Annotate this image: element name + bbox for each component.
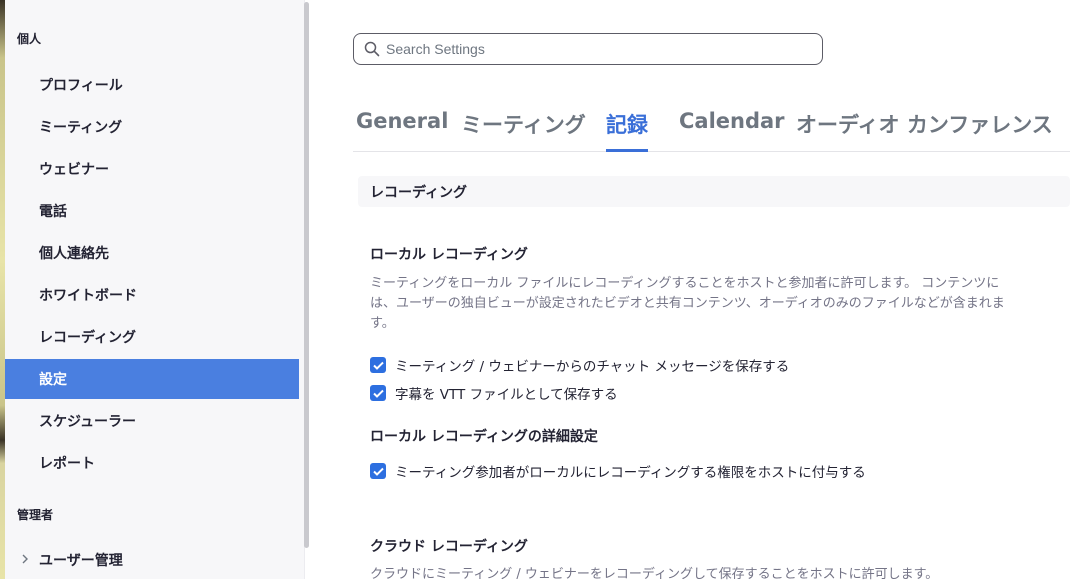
checkmark-icon [372,361,384,370]
tab-recording[interactable]: 記録 [606,105,648,152]
checkmark-icon [372,389,384,398]
save-captions-vtt-option[interactable]: 字幕を VTT ファイルとして保存する [370,383,618,403]
sidebar-item-meetings[interactable]: ミーティング [5,107,299,147]
settings-tabs: General ミーティング 記録 Calendar オーディオ カンファレンス [353,105,1070,152]
tab-calendar[interactable]: Calendar [679,105,785,152]
search-input[interactable] [386,41,806,57]
sidebar-item-label: レコーディング [39,330,137,346]
sidebar-item-user-management[interactable]: ユーザー管理 [5,540,299,580]
section-header-recording: レコーディング [358,176,1070,207]
sidebar-item-label: プロフィール [39,78,123,94]
settings-main: General ミーティング 記録 Calendar オーディオ カンファレンス… [305,0,1070,582]
chevron-right-icon [21,553,29,567]
sidebar: 個人 プロフィール ミーティング ウェビナー 電話 個人連絡先 ホワイトボード … [5,0,309,580]
grant-local-recording-permission-label: ミーティング参加者がローカルにレコーディングする権限をホストに付与する [395,465,866,481]
grant-local-recording-permission-checkbox[interactable] [370,463,386,479]
local-recording-advanced-title: ローカル レコーディングの詳細設定 [370,429,598,445]
sidebar-item-label: ホワイトボード [39,288,137,304]
sidebar-item-label: 設定 [39,372,67,388]
local-recording-description-line: す。 [370,316,395,331]
grant-local-recording-permission-option[interactable]: ミーティング参加者がローカルにレコーディングする権限をホストに付与する [370,461,866,481]
tab-general[interactable]: General [356,105,448,152]
save-chat-messages-option[interactable]: ミーティング / ウェビナーからのチャット メッセージを保存する [370,355,789,375]
tab-audio-conferencing[interactable]: オーディオ カンファレンス [796,105,1053,152]
sidebar-item-scheduler[interactable]: スケジューラー [5,401,299,441]
save-captions-vtt-label: 字幕を VTT ファイルとして保存する [395,387,618,403]
checkmark-icon [372,467,384,476]
save-captions-vtt-checkbox[interactable] [370,385,386,401]
local-recording-description: ミーティングをローカル ファイルにレコーディングすることをホストと参加者に許可し… [370,274,1060,334]
sidebar-item-label: 個人連絡先 [39,246,109,262]
sidebar-item-reports[interactable]: レポート [5,443,299,483]
sidebar-item-label: ユーザー管理 [39,553,123,569]
sidebar-item-label: 電話 [39,204,67,220]
cloud-recording-description: クラウドにミーティング / ウェビナーをレコーディングして保存することをホストに… [370,567,939,582]
local-recording-description-line: ミーティングをローカル ファイルにレコーディングすることをホストと参加者に許可し… [370,276,1000,291]
sidebar-section-admin: 管理者 [17,508,54,522]
sidebar-item-phone[interactable]: 電話 [5,191,299,231]
sidebar-section-personal: 個人 [17,32,42,46]
save-chat-messages-checkbox[interactable] [370,357,386,373]
sidebar-item-label: レポート [39,456,95,472]
local-recording-title: ローカル レコーディング [370,247,528,263]
sidebar-item-label: ウェビナー [39,162,109,178]
sidebar-item-settings[interactable]: 設定 [5,359,299,399]
search-icon [364,41,380,57]
sidebar-item-webinars[interactable]: ウェビナー [5,149,299,189]
sidebar-item-profile[interactable]: プロフィール [5,65,299,105]
local-recording-description-line: は、ユーザーの独自ビューが設定されたビデオと共有コンテンツ、オーディオのみのファ… [370,296,1005,311]
tab-meetings[interactable]: ミーティング [461,105,586,152]
sidebar-item-whiteboards[interactable]: ホワイトボード [5,275,299,315]
cloud-recording-title: クラウド レコーディング [370,539,528,555]
sidebar-item-label: ミーティング [39,120,123,136]
save-chat-messages-label: ミーティング / ウェビナーからのチャット メッセージを保存する [395,359,790,375]
sidebar-item-recordings[interactable]: レコーディング [5,317,299,357]
sidebar-item-personal-contacts[interactable]: 個人連絡先 [5,233,299,273]
sidebar-item-label: スケジューラー [39,414,137,430]
search-box[interactable] [353,33,823,65]
